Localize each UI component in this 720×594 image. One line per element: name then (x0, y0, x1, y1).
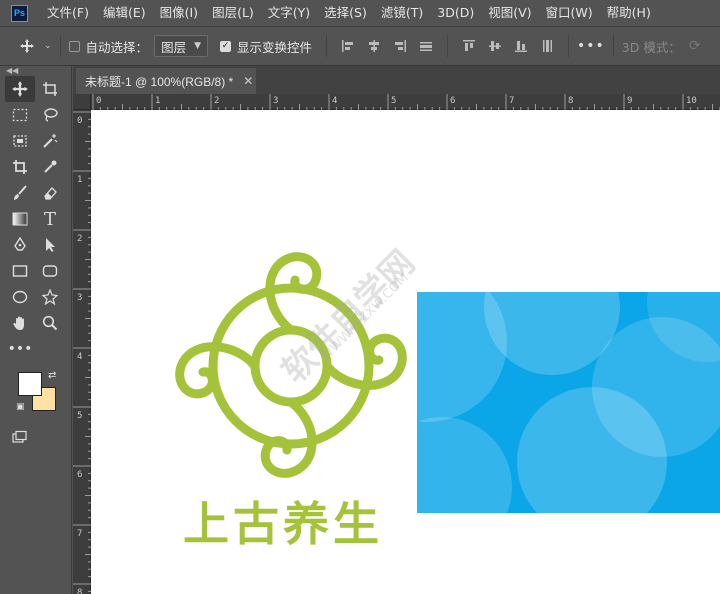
menu-image[interactable]: 图像(I) (153, 0, 205, 26)
rectangle-tool-icon[interactable] (5, 258, 35, 284)
ruler-number: 7 (77, 529, 82, 539)
ruler-horizontal[interactable]: 0 1 2 3 4 5 6 7 8 9 10 (91, 94, 720, 110)
collapse-panel-icon[interactable]: ◀◀ (0, 66, 71, 76)
ruler-number: 8 (77, 588, 82, 594)
swap-colors-icon[interactable]: ⇄ (48, 370, 56, 381)
ruler-number: 6 (77, 470, 82, 480)
ruler-number: 3 (273, 96, 278, 106)
ruler-number: 4 (77, 352, 82, 362)
show-transform-label: 显示变换控件 (237, 39, 313, 55)
hand-tool-icon[interactable] (5, 310, 35, 336)
document-tab[interactable]: 未标题-1 @ 100%(RGB/8) * ✕ (76, 68, 256, 94)
ruler-number: 10 (686, 96, 697, 106)
menu-layer[interactable]: 图层(L) (205, 0, 261, 26)
photoshop-logo-icon: Ps (11, 4, 28, 22)
ruler-vertical[interactable]: 0 1 2 3 4 5 6 7 8 (73, 110, 91, 594)
3d-mode-label: 3D 模式： (621, 39, 681, 55)
magic-wand-tool-icon[interactable] (35, 128, 65, 154)
tools-panel: ◀◀ T ••• ⇄ ▣ (0, 66, 72, 594)
more-options-icon[interactable]: ••• (577, 38, 605, 54)
menu-edit[interactable]: 编辑(E) (96, 0, 153, 26)
menu-help[interactable]: 帮助(H) (600, 0, 658, 26)
menu-select[interactable]: 选择(S) (317, 0, 374, 26)
close-icon[interactable]: ✕ (243, 74, 253, 88)
ruler-number: 0 (96, 96, 101, 106)
menu-file[interactable]: 文件(F) (40, 0, 96, 26)
menu-type[interactable]: 文字(Y) (261, 0, 317, 26)
marquee-tool-icon[interactable] (5, 102, 35, 128)
brush-tool-icon[interactable] (5, 180, 35, 206)
edit-toolbar-icon[interactable]: ••• (5, 336, 35, 362)
ruler-number: 5 (391, 96, 396, 106)
path-selection-tool-icon[interactable] (35, 232, 65, 258)
rounded-rectangle-tool-icon[interactable] (35, 258, 65, 284)
ruler-number: 5 (77, 411, 82, 421)
blue-bokeh-image[interactable] (417, 292, 720, 513)
eraser-tool-icon[interactable] (35, 180, 65, 206)
show-transform-checkbox[interactable]: ✓ (220, 40, 231, 52)
gradient-tool-icon[interactable] (5, 206, 35, 232)
distribute-vertical-icon[interactable] (536, 35, 558, 57)
object-selection-tool-icon[interactable] (5, 128, 35, 154)
menu-view[interactable]: 视图(V) (481, 0, 538, 26)
auto-select-checkbox[interactable] (68, 40, 80, 52)
options-bar: ⌄ 自动选择： 图层 ▼ ✓ 显示变换控件 ••• 3D 模式： ⟳ (0, 26, 720, 66)
menu-3d[interactable]: 3D(D) (430, 0, 481, 26)
crop-tool-icon[interactable] (5, 154, 35, 180)
chevron-down-icon: ▼ (194, 41, 201, 51)
divider (59, 35, 61, 57)
auto-select-target-value: 图层 (161, 39, 187, 55)
menu-filter[interactable]: 滤镜(T) (374, 0, 430, 26)
brand-name-text[interactable]: 上古养生 (183, 488, 383, 554)
preset-chevron-down-icon[interactable]: ⌄ (44, 41, 52, 51)
ruler-number: 6 (450, 96, 455, 106)
canvas[interactable]: 上古养生 软件自学网 WWW.RJZXW.COM (91, 110, 720, 594)
custom-shape-tool-icon[interactable] (35, 284, 65, 310)
eyedropper-tool-icon[interactable] (35, 154, 65, 180)
type-tool-icon[interactable]: T (35, 206, 65, 232)
align-right-icon[interactable] (389, 35, 411, 57)
ruler-number: 2 (77, 234, 82, 244)
document-tab-title: 未标题-1 @ 100%(RGB/8) * (85, 74, 234, 89)
document-area: 未标题-1 @ 100%(RGB/8) * ✕ 0 1 2 3 4 5 6 7 8 9 10 0 1 2… (73, 66, 720, 594)
ruler-number: 4 (332, 96, 337, 106)
menu-window[interactable]: 窗口(W) (539, 0, 600, 26)
ruler-number: 3 (77, 293, 82, 303)
divider (568, 35, 570, 57)
foreground-color-swatch[interactable] (18, 372, 42, 396)
ruler-number: 8 (568, 96, 573, 106)
move-tool-preset-icon[interactable] (16, 35, 38, 57)
ruler-number: 0 (77, 116, 82, 126)
screen-mode-icon[interactable] (5, 424, 35, 450)
pen-tool-icon[interactable] (5, 232, 35, 258)
menu-bar: Ps 文件(F) 编辑(E) 图像(I) 图层(L) 文字(Y) 选择(S) 滤… (0, 0, 720, 26)
lasso-tool-icon[interactable] (35, 102, 65, 128)
align-bottom-icon[interactable] (510, 35, 532, 57)
auto-select-label: 自动选择： (85, 39, 149, 55)
divider (612, 35, 614, 57)
align-left-icon[interactable] (337, 35, 359, 57)
3d-orbit-icon: ⟳ (688, 38, 701, 54)
zoom-tool-icon[interactable] (35, 310, 65, 336)
distribute-horizontal-icon[interactable] (415, 35, 437, 57)
color-swatches: ⇄ ▣ (0, 370, 71, 420)
default-colors-icon[interactable]: ▣ (16, 402, 25, 412)
ruler-origin[interactable] (73, 94, 91, 110)
ruler-number: 2 (214, 96, 219, 106)
align-top-icon[interactable] (458, 35, 480, 57)
align-horizontal-center-icon[interactable] (363, 35, 385, 57)
ruler-number: 1 (77, 175, 82, 185)
ruler-number: 7 (509, 96, 514, 106)
move-tool-icon[interactable] (5, 76, 35, 102)
document-tab-bar: 未标题-1 @ 100%(RGB/8) * ✕ (73, 66, 720, 94)
divider (447, 35, 449, 57)
divider (326, 35, 328, 57)
ruler-number: 9 (627, 96, 632, 106)
auto-select-target-dropdown[interactable]: 图层 ▼ (154, 35, 208, 57)
ellipse-tool-icon[interactable] (5, 284, 35, 310)
ruler-number: 1 (155, 96, 160, 106)
align-vertical-center-icon[interactable] (484, 35, 506, 57)
artboard-tool-icon[interactable] (35, 76, 65, 102)
